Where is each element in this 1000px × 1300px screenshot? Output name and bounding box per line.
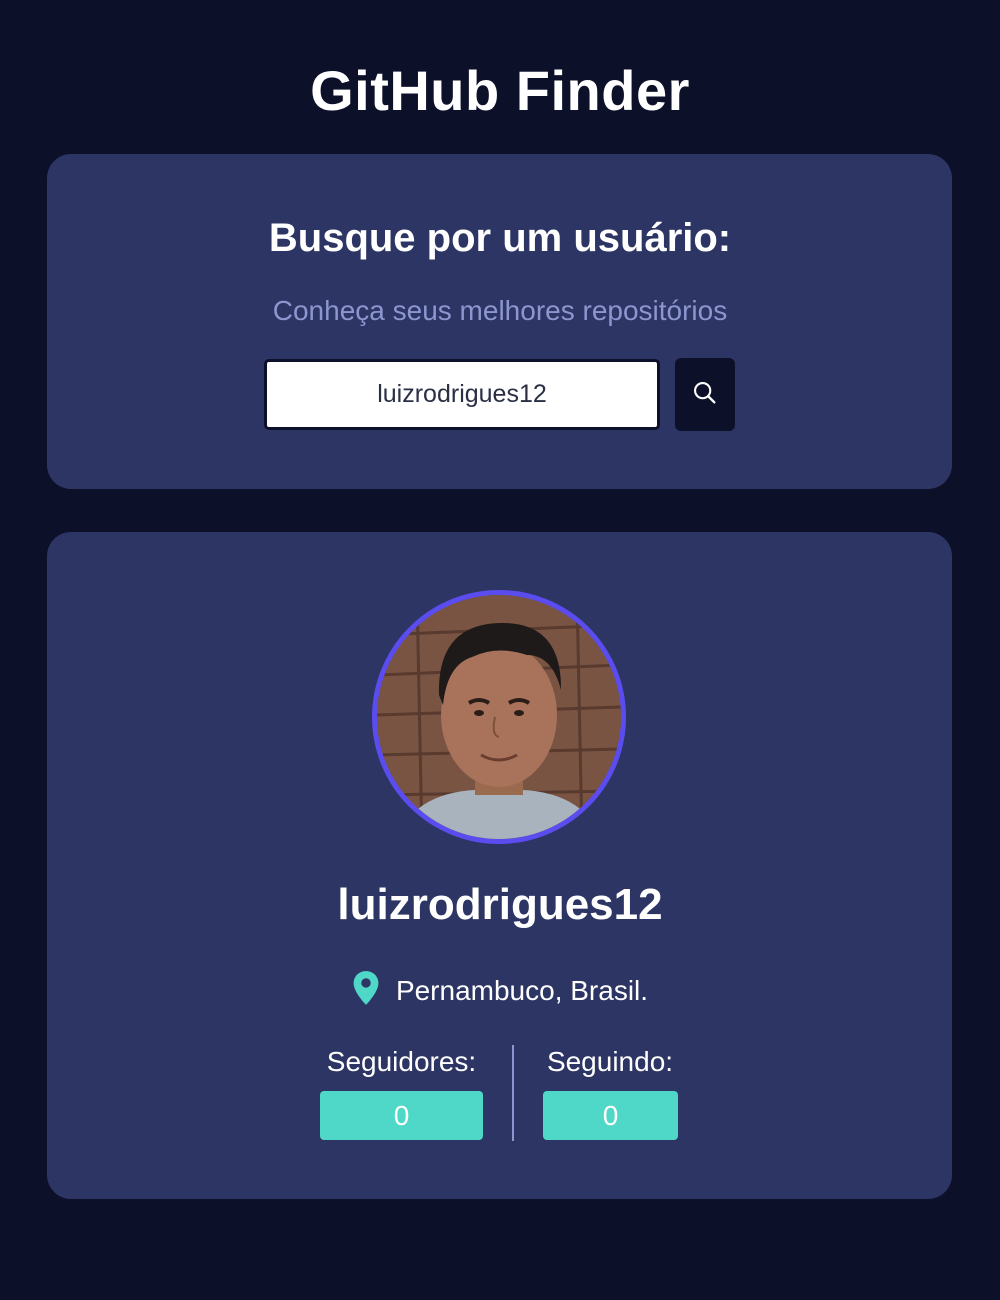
following-count: 0 [543, 1091, 678, 1140]
profile-username: luizrodrigues12 [337, 880, 663, 929]
search-input[interactable] [264, 359, 660, 430]
following-label: Seguindo: [546, 1046, 674, 1077]
search-heading: Busque por um usuário: [268, 216, 732, 260]
followers-count: 0 [320, 1091, 483, 1140]
map-pin-icon [352, 970, 380, 1011]
user-avatar [372, 590, 626, 844]
location-row: Pernambuco, Brasil. [0, 970, 1000, 1011]
followers-label: Seguidores: [326, 1046, 477, 1077]
search-icon [691, 379, 719, 410]
stats-divider [512, 1045, 514, 1141]
location-text: Pernambuco, Brasil. [395, 974, 649, 1006]
search-button[interactable] [675, 358, 735, 431]
search-subtitle: Conheça seus melhores repositórios [272, 295, 728, 326]
app-title: GitHub Finder [310, 59, 690, 122]
